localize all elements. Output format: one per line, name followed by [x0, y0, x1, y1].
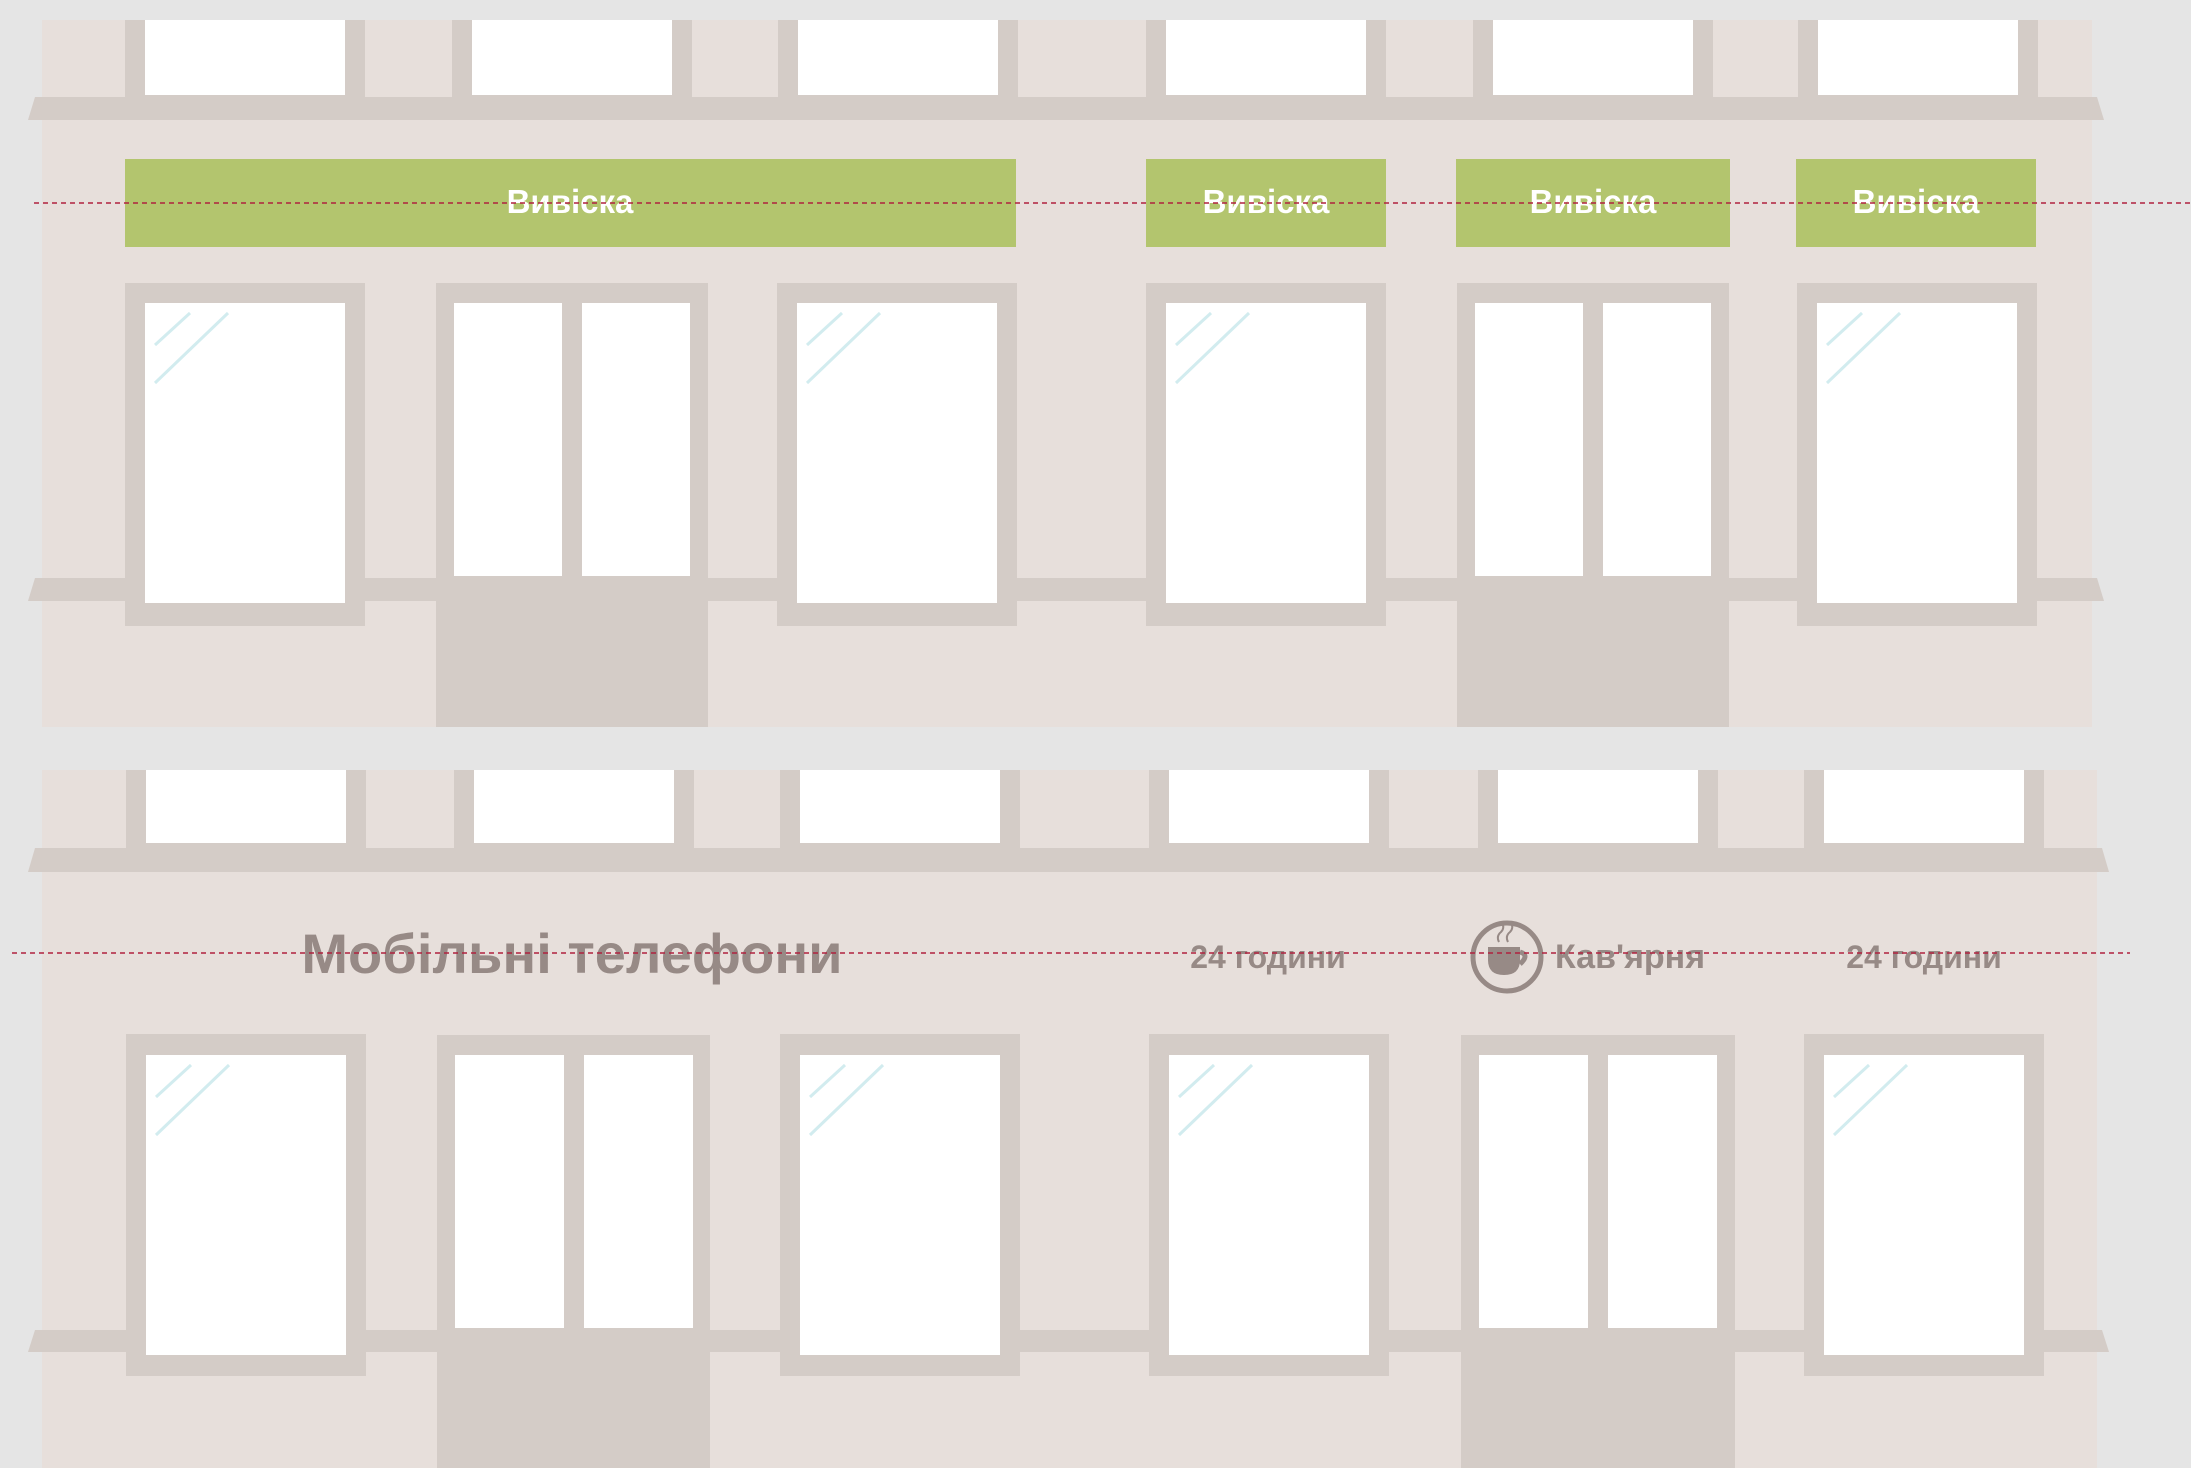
storefront-door [1457, 283, 1729, 727]
shop-lettering-cafe: Кав'ярня [1555, 938, 1705, 976]
storefront-window [1149, 1034, 1389, 1376]
sign-text: Вивіска [1530, 183, 1657, 220]
storefront-window [125, 283, 365, 626]
shop-lettering-hours: 24 години [1846, 939, 2002, 975]
shop-lettering-hours: 24 години [1190, 939, 1346, 975]
sign-text: Вивіска [1203, 183, 1330, 220]
bottom-facade: Мобільні телефони 24 години Кав'ярня 24 … [12, 770, 2130, 1468]
storefront-window [1797, 283, 2037, 626]
upper-cornice [28, 97, 2104, 120]
storefront-window [1804, 1034, 2044, 1376]
storefront-door [437, 1035, 710, 1468]
top-facade: Вивіска Вивіска Вивіска Вивіска [28, 20, 2191, 727]
storefront-door [1461, 1035, 1735, 1468]
sign-text: Вивіска [1853, 183, 1980, 220]
storefront-window [126, 1034, 366, 1376]
sign-text: Вивіска [507, 183, 634, 220]
storefront-window [777, 283, 1017, 626]
storefront-door [436, 283, 708, 727]
storefront-signage-diagram: Вивіска Вивіска Вивіска Вивіска Мобільні… [12, 20, 2191, 1468]
storefront-window [780, 1034, 1020, 1376]
upper-cornice [28, 848, 2109, 872]
storefront-window [1146, 283, 1386, 626]
